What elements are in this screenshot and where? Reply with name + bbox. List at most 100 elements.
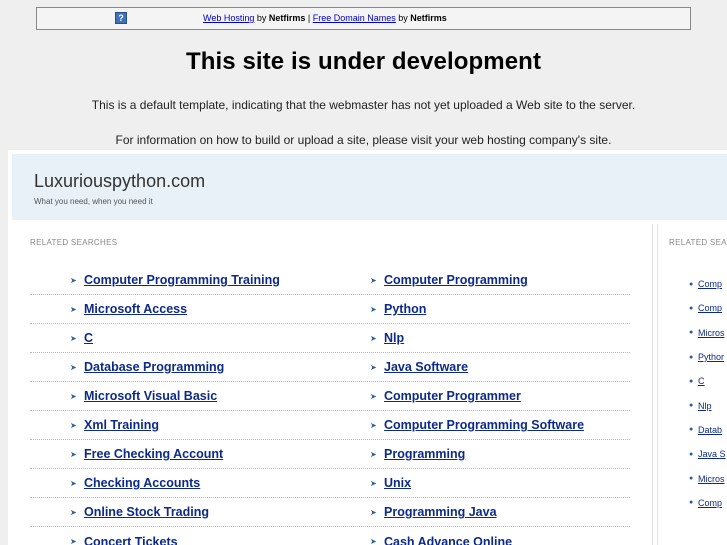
related-search-item: ➤ Microsoft Visual Basic: [30, 382, 330, 410]
related-search-link[interactable]: Computer Programming: [384, 273, 528, 287]
related-search-link[interactable]: Nlp: [384, 331, 404, 345]
sidebar-related-link[interactable]: Micros: [698, 474, 725, 484]
sidebar-related-link[interactable]: Nlp: [698, 401, 712, 411]
related-search-link[interactable]: Programming Java: [384, 505, 497, 519]
related-search-item: ➤ Programming: [330, 440, 630, 468]
sidebar-related-item: ● Datab: [689, 418, 727, 442]
related-search-row: ➤ Concert Tickets ➤ Cash Advance Online: [30, 527, 630, 545]
related-search-item: ➤ Concert Tickets: [30, 527, 330, 545]
related-search-link[interactable]: Java Software: [384, 360, 468, 374]
sidebar-related-item: ● Comp: [689, 272, 727, 296]
related-search-link[interactable]: Unix: [384, 476, 411, 490]
arrow-icon: ➤: [70, 507, 77, 517]
related-search-row: ➤ Microsoft Visual Basic ➤ Computer Program…: [30, 382, 630, 411]
related-search-item: ➤ C: [30, 324, 330, 352]
related-search-item: ➤ Java Software: [330, 353, 630, 381]
related-search-item: ➤ Computer Programming: [330, 266, 630, 294]
related-search-row: ➤ Free Checking Account ➤ Programming: [30, 440, 630, 469]
site-tagline: What you need, when you need it: [34, 197, 153, 206]
question-mark-icon[interactable]: ?: [115, 12, 127, 24]
bullet-icon: ●: [689, 329, 694, 337]
related-search-item: ➤ Python: [330, 295, 630, 323]
related-search-item: ➤ Unix: [330, 469, 630, 497]
related-search-link[interactable]: Checking Accounts: [84, 476, 200, 490]
sidebar-related-link[interactable]: Comp: [698, 279, 722, 289]
notice-line-1: This is a default template, indicating t…: [91, 98, 636, 112]
sidebar-related-link[interactable]: Pythor: [698, 352, 724, 362]
related-search-item: ➤ Cash Advance Online: [330, 527, 630, 545]
sidebar-related-item: ● C: [689, 369, 727, 393]
sidebar-related-link[interactable]: Comp: [698, 498, 722, 508]
related-search-link[interactable]: Microsoft Visual Basic: [84, 389, 217, 403]
arrow-icon: ➤: [370, 507, 377, 517]
related-search-link[interactable]: Free Checking Account: [84, 447, 223, 461]
sidebar-related-link[interactable]: C: [698, 376, 705, 386]
related-search-link[interactable]: Concert Tickets: [84, 535, 178, 545]
related-search-link[interactable]: Xml Training: [84, 418, 159, 432]
bullet-icon: ●: [689, 377, 694, 385]
arrow-icon: ➤: [70, 391, 77, 401]
web-hosting-link[interactable]: Web Hosting: [203, 13, 254, 23]
arrow-icon: ➤: [70, 449, 77, 459]
related-search-link[interactable]: Microsoft Access: [84, 302, 187, 316]
banner-by-text: by: [395, 13, 411, 23]
related-search-row: ➤ Xml Training ➤ Computer Programming Softw…: [30, 411, 630, 440]
sidebar-related-link[interactable]: Datab: [698, 425, 722, 435]
sidebar-related-list: ● Comp ● Comp ● Micros ● Pythor ● C ● Nlp ● Datab ● Jav…: [689, 272, 727, 515]
sidebar-related-item: ● Micros: [689, 466, 727, 490]
sidebar-related-link[interactable]: Comp: [698, 303, 722, 313]
bullet-icon: ●: [689, 450, 694, 458]
related-search-link[interactable]: Python: [384, 302, 426, 316]
arrow-icon: ➤: [370, 275, 377, 285]
site-name[interactable]: Luxuriouspython.com: [34, 171, 205, 192]
sidebar-related-link[interactable]: Java S: [698, 449, 726, 459]
bullet-icon: ●: [689, 402, 694, 410]
related-search-link[interactable]: Online Stock Trading: [84, 505, 209, 519]
notice-line-2: For information on how to build or uploa…: [115, 133, 612, 147]
sidebar-related-item: ● Nlp: [689, 393, 727, 417]
related-search-link[interactable]: Computer Programmer: [384, 389, 521, 403]
banner-separator: |: [305, 13, 313, 23]
related-search-item: ➤ Online Stock Trading: [30, 498, 330, 526]
related-search-item: ➤ Free Checking Account: [30, 440, 330, 468]
arrow-icon: ➤: [370, 362, 377, 372]
arrow-icon: ➤: [370, 333, 377, 343]
arrow-icon: ➤: [370, 478, 377, 488]
bullet-icon: ●: [689, 426, 694, 434]
sidebar-related-link[interactable]: Micros: [698, 328, 725, 338]
related-search-link[interactable]: Computer Programming Training: [84, 273, 280, 287]
arrow-icon: ➤: [70, 537, 77, 545]
related-search-item: ➤ Computer Programming Software: [330, 411, 630, 439]
related-search-link[interactable]: C: [84, 331, 93, 345]
related-search-link[interactable]: Cash Advance Online: [384, 535, 512, 545]
related-search-item: ➤ Nlp: [330, 324, 630, 352]
page-title: This site is under development: [185, 48, 542, 75]
related-search-row: ➤ Database Programming ➤ Java Software: [30, 353, 630, 382]
related-search-link[interactable]: Database Programming: [84, 360, 224, 374]
arrow-icon: ➤: [370, 420, 377, 430]
related-search-item: ➤ Computer Programming Training: [30, 266, 330, 294]
related-search-row: ➤ Checking Accounts ➤ Unix: [30, 469, 630, 498]
related-search-item: ➤ Programming Java: [330, 498, 630, 526]
related-search-link[interactable]: Computer Programming Software: [384, 418, 584, 432]
arrow-icon: ➤: [70, 362, 77, 372]
related-search-item: ➤ Database Programming: [30, 353, 330, 381]
arrow-icon: ➤: [70, 478, 77, 488]
page: ? Web Hosting by Netfirms | Free Domain …: [0, 0, 727, 545]
sidebar-related-item: ● Pythor: [689, 345, 727, 369]
related-searches-heading: RELATED SEARCHES: [30, 238, 118, 247]
sidebar-related-panel: RELATED SEA ● Comp ● Comp ● Micros ● Pythor ● C ● N…: [657, 224, 727, 545]
related-search-link[interactable]: Programming: [384, 447, 465, 461]
sidebar-related-item: ● Comp: [689, 491, 727, 515]
bullet-icon: ●: [689, 353, 694, 361]
arrow-icon: ➤: [70, 420, 77, 430]
arrow-icon: ➤: [370, 391, 377, 401]
banner-brand: Netfirms: [268, 13, 306, 23]
related-search-item: ➤ Checking Accounts: [30, 469, 330, 497]
related-search-item: ➤ Xml Training: [30, 411, 330, 439]
bullet-icon: ●: [689, 475, 694, 483]
related-searches-panel: RELATED SEARCHES ➤ Computer Programming T…: [12, 224, 653, 545]
sidebar-related-item: ● Java S: [689, 442, 727, 466]
related-search-row: ➤ Microsoft Access ➤ Python: [30, 295, 630, 324]
free-domain-names-link[interactable]: Free Domain Names: [313, 13, 396, 23]
